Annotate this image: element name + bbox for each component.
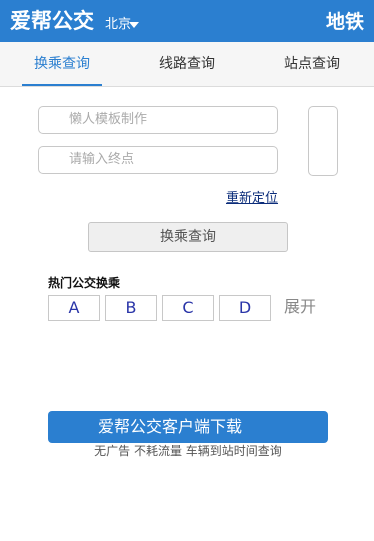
start-input[interactable]: 懒人模板制作 [38,106,278,134]
tab-stop-query[interactable]: 站点查询 [276,42,348,86]
letter-d-button[interactable]: D [219,295,271,321]
expand-link[interactable]: 展开 [284,296,316,318]
letter-b-button[interactable]: B [105,295,157,321]
letter-a-button[interactable]: A [48,295,100,321]
swap-button[interactable] [308,106,338,176]
download-app-button[interactable]: 爱帮公交客户端下载 [48,411,328,443]
subway-link[interactable]: 地铁 [326,9,364,35]
city-selector[interactable]: 北京 [105,16,131,34]
brand-logo[interactable]: 爱帮公交 [10,7,94,35]
app-header: 爱帮公交 北京 地铁 [0,0,374,42]
relocate-link[interactable]: 重新定位 [226,190,278,208]
hot-transfers-title: 热门公交换乘 [48,276,121,290]
transfer-search-button[interactable]: 换乘查询 [88,222,288,252]
chevron-down-icon[interactable] [129,22,139,28]
tab-transfer-query[interactable]: 换乘查询 [22,42,102,86]
end-input[interactable]: 请输入终点 [38,146,278,174]
download-subtitle: 无广告 不耗流量 车辆到站时间查询 [94,444,282,458]
tab-bar: 换乘查询 线路查询 站点查询 [0,42,374,87]
tab-route-query[interactable]: 线路查询 [146,42,228,86]
letter-c-button[interactable]: C [162,295,214,321]
